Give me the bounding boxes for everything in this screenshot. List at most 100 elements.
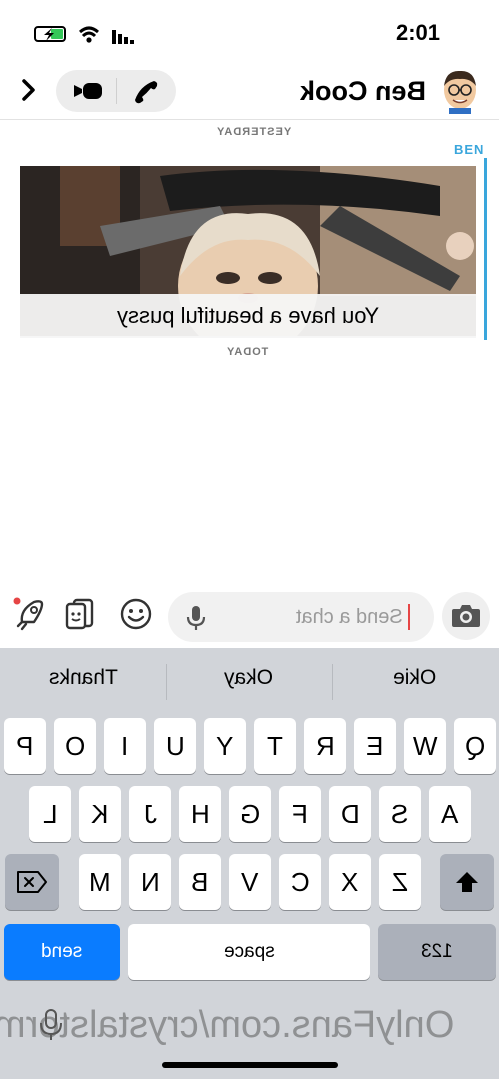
send-key[interactable]: send (4, 924, 120, 980)
suggestion-item[interactable]: Okay (166, 666, 332, 690)
contact-name[interactable]: Ben Cook (300, 76, 430, 107)
watermark-text: OnlyFans.com/crystalstorm (0, 1004, 455, 1046)
key-label: I (121, 730, 129, 761)
key-label: X (341, 866, 359, 897)
rocket-bitmoji-icon[interactable] (12, 596, 48, 632)
suggestion-text: Thanks (48, 666, 118, 689)
key-label: F (292, 798, 308, 829)
key-label: send (41, 941, 83, 962)
key-y[interactable]: Y (204, 718, 246, 774)
status-bar: 2:01 (0, 0, 499, 62)
video-camera-icon[interactable] (70, 78, 106, 104)
key-label: B (191, 866, 209, 897)
placeholder-text: Send a chat (296, 606, 403, 628)
key-label: J (143, 798, 157, 829)
battery-charging-icon (34, 26, 66, 42)
key-label: H (190, 798, 210, 829)
phone-icon[interactable] (128, 78, 162, 104)
key-x[interactable]: X (329, 854, 371, 910)
key-label: O (64, 730, 86, 761)
key-label: P (16, 730, 34, 761)
key-e[interactable]: E (354, 718, 396, 774)
key-label: D (340, 798, 360, 829)
key-f[interactable]: F (279, 786, 321, 842)
key-label: E (366, 730, 384, 761)
suggestion-item[interactable]: Thanks (0, 666, 166, 690)
key-o[interactable]: O (54, 718, 96, 774)
key-q[interactable]: Q (454, 718, 496, 774)
pill-divider (116, 78, 117, 104)
message-accent-bar (484, 158, 487, 340)
delete-key[interactable] (5, 854, 59, 910)
key-label: A (441, 798, 459, 829)
key-u[interactable]: U (154, 718, 196, 774)
space-key[interactable]: space (128, 924, 370, 980)
key-label: L (42, 798, 58, 829)
key-w[interactable]: W (404, 718, 446, 774)
watermark: OnlyFans.com/crystalstorm (0, 1004, 499, 1047)
key-c[interactable]: C (279, 854, 321, 910)
key-z[interactable]: Z (379, 854, 421, 910)
camera-button[interactable] (442, 592, 490, 640)
sticker-cards-icon[interactable] (64, 596, 96, 632)
key-label: T (267, 730, 283, 761)
shift-key[interactable] (440, 854, 494, 910)
key-label: U (165, 730, 185, 761)
key-g[interactable]: G (229, 786, 271, 842)
shift-arrow-icon (456, 872, 478, 892)
smiley-icon[interactable] (118, 596, 154, 632)
key-t[interactable]: T (254, 718, 296, 774)
suggestion-text: Okie (393, 666, 437, 689)
key-label: S (391, 798, 409, 829)
chevron-right-icon[interactable] (12, 74, 44, 106)
camera-icon (452, 605, 480, 627)
key-label: G (239, 798, 261, 829)
key-label: M (89, 866, 111, 897)
date-today: TODAY (226, 346, 268, 358)
key-label: N (140, 866, 160, 897)
key-b[interactable]: B (179, 854, 221, 910)
key-p[interactable]: P (4, 718, 46, 774)
key-n[interactable]: N (129, 854, 171, 910)
composer-bar: Send a chat (0, 584, 499, 648)
key-j[interactable]: J (129, 786, 171, 842)
key-s[interactable]: S (379, 786, 421, 842)
key-label: space (223, 941, 275, 962)
key-d[interactable]: D (329, 786, 371, 842)
key-m[interactable]: M (79, 854, 121, 910)
sender-label: BEN (454, 142, 485, 157)
key-label: C (290, 866, 310, 897)
key-k[interactable]: K (79, 786, 121, 842)
key-a[interactable]: A (429, 786, 471, 842)
bitmoji-avatar-icon[interactable] (440, 68, 480, 114)
suggestion-bar: Okie Okay Thanks (0, 648, 499, 716)
status-icons (34, 26, 134, 44)
key-l[interactable]: L (29, 786, 71, 842)
key-label: Z (392, 866, 408, 897)
key-label: Y (216, 730, 234, 761)
microphone-icon[interactable] (184, 604, 208, 632)
snap-caption-text: You have a beautiful pussy (116, 303, 380, 328)
key-h[interactable]: H (179, 786, 221, 842)
wifi-icon (79, 26, 99, 43)
key-label: K (91, 798, 109, 829)
call-buttons-pill (56, 70, 176, 112)
text-cursor (408, 604, 410, 630)
key-r[interactable]: R (304, 718, 346, 774)
suggestion-separator (332, 664, 333, 700)
chat-input[interactable]: Send a chat (168, 592, 434, 642)
key-label: W (412, 730, 438, 761)
suggestion-item[interactable]: Okie (332, 666, 498, 690)
key-i[interactable]: I (104, 718, 146, 774)
key-v[interactable]: V (229, 854, 271, 910)
status-time: 2:01 (396, 20, 441, 45)
home-indicator[interactable] (162, 1062, 338, 1068)
suggestion-separator (166, 664, 167, 700)
chat-input-placeholder: Send a chat (296, 606, 403, 629)
signal-icon (112, 30, 134, 44)
date-yesterday: YESTERDAY (216, 126, 291, 138)
key-label: Q (464, 730, 486, 761)
chat-header: Ben Cook (0, 62, 499, 120)
numbers-key[interactable]: 123 (378, 924, 496, 980)
key-label: 123 (421, 941, 453, 962)
